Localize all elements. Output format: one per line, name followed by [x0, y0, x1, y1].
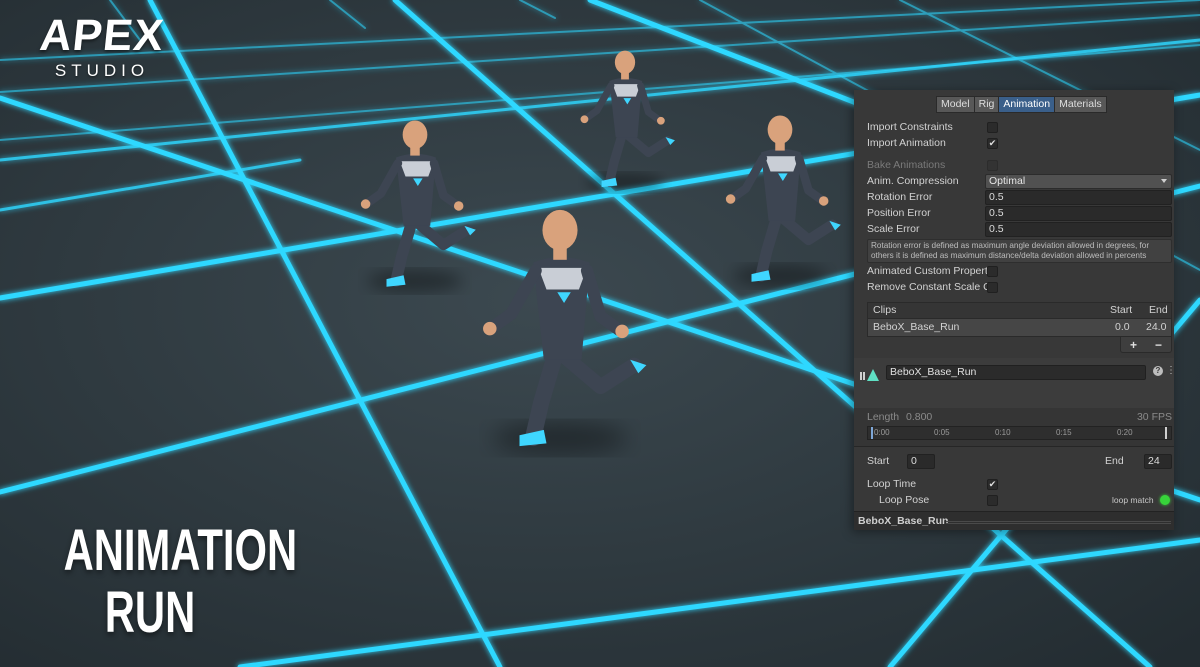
- import-animation-label: Import Animation: [867, 137, 946, 149]
- import-animation-checkbox[interactable]: ✔: [987, 138, 998, 149]
- tab-model[interactable]: Model: [936, 96, 975, 113]
- help-icon[interactable]: ?: [1153, 366, 1163, 376]
- clip-list-controls: + −: [1120, 337, 1172, 353]
- tab-rig[interactable]: Rig: [973, 96, 1000, 113]
- clip-item-name: BeboX_Base_Run: [873, 321, 960, 333]
- clip-item-start: 0.0: [1115, 321, 1130, 333]
- timeline-tick: 0:15: [1056, 428, 1072, 437]
- timeline-tick: 0:10: [995, 428, 1011, 437]
- remove-clip-button[interactable]: −: [1155, 338, 1162, 352]
- clip-timeline[interactable]: 0:00 0:05 0:10 0:15 0:20: [867, 426, 1172, 440]
- logo-sub-text: STUDIO: [54, 61, 150, 80]
- remove-constant-scale-checkbox[interactable]: [987, 282, 998, 293]
- fps-value: 30 FPS: [1136, 411, 1172, 423]
- anim-compression-label: Anim. Compression: [867, 175, 959, 187]
- start-frame-label: Start: [867, 455, 890, 467]
- chevron-down-icon: [1161, 179, 1167, 183]
- timeline-tick: 0:20: [1117, 428, 1133, 437]
- rotation-error-input[interactable]: 0.5: [985, 190, 1172, 205]
- compression-help-box: Rotation error is defined as maximum ang…: [867, 239, 1172, 263]
- loop-pose-checkbox[interactable]: [987, 495, 998, 506]
- add-clip-button[interactable]: +: [1130, 338, 1137, 352]
- length-label: Length: [867, 411, 900, 423]
- animation-title: ANIMATION RUN: [63, 518, 298, 645]
- animated-custom-properties-checkbox[interactable]: [987, 266, 998, 277]
- loop-match-indicator: [1160, 495, 1170, 505]
- import-constraints-label: Import Constraints: [867, 121, 953, 133]
- timeline-start-marker[interactable]: [871, 427, 873, 439]
- loop-time-checkbox[interactable]: ✔: [987, 479, 998, 490]
- inspector-tabs: Model Rig Animation Materials: [936, 96, 1107, 113]
- start-frame-input[interactable]: 0: [907, 454, 935, 469]
- timeline-end-marker[interactable]: [1165, 427, 1167, 439]
- preview-clip-title: BeboX_Base_Run: [858, 515, 949, 527]
- preview-footer[interactable]: BeboX_Base_Run: [854, 511, 1174, 530]
- section-divider: [854, 446, 1174, 447]
- studio-logo: APEX STUDIO: [22, 11, 182, 82]
- end-frame-input[interactable]: 24: [1144, 454, 1172, 469]
- timeline-tick: 0:05: [934, 428, 950, 437]
- clips-list-header: Clips Start End: [867, 302, 1172, 319]
- title-line-1: ANIMATION: [63, 518, 298, 583]
- loop-pose-label: Loop Pose: [879, 494, 930, 506]
- logo-main-text: APEX: [37, 11, 167, 60]
- import-settings-inspector: Model Rig Animation Materials Import Con…: [854, 90, 1174, 530]
- scale-error-input[interactable]: 0.5: [985, 222, 1172, 237]
- rotation-error-label: Rotation Error: [867, 191, 933, 203]
- timeline-tick: 0:00: [874, 428, 890, 437]
- kebab-menu-icon[interactable]: ⋮: [1166, 365, 1174, 377]
- clip-item-end: 24.0: [1146, 321, 1167, 333]
- length-value: 0.800: [906, 411, 933, 423]
- loop-time-label: Loop Time: [867, 478, 917, 490]
- import-constraints-checkbox[interactable]: [987, 122, 998, 133]
- remove-constant-scale-label: Remove Constant Scale C: [867, 281, 991, 293]
- clips-column-start: Start: [1110, 304, 1133, 316]
- end-frame-label: End: [1105, 455, 1124, 467]
- scale-error-label: Scale Error: [867, 223, 920, 235]
- bake-animations-label: Bake Animations: [867, 159, 946, 171]
- animated-custom-properties-label: Animated Custom Properti: [867, 265, 991, 277]
- anim-compression-value: Optimal: [989, 175, 1026, 187]
- clip-list-item[interactable]: BeboX_Base_Run 0.0 24.0: [867, 319, 1172, 337]
- drag-handle[interactable]: [946, 521, 1171, 524]
- tab-animation[interactable]: Animation: [998, 96, 1056, 113]
- clips-column-end: End: [1149, 304, 1168, 316]
- position-error-label: Position Error: [867, 207, 931, 219]
- bake-animations-checkbox: [987, 160, 998, 171]
- tab-materials[interactable]: Materials: [1054, 96, 1107, 113]
- clip-name-input[interactable]: BeboX_Base_Run: [886, 365, 1146, 380]
- anim-compression-dropdown[interactable]: Optimal: [985, 174, 1172, 189]
- title-line-2: RUN: [104, 580, 196, 645]
- clips-column-name: Clips: [873, 304, 897, 316]
- position-error-input[interactable]: 0.5: [985, 206, 1172, 221]
- animation-clip-icon: [860, 369, 879, 381]
- loop-match-label: loop match: [1112, 495, 1154, 505]
